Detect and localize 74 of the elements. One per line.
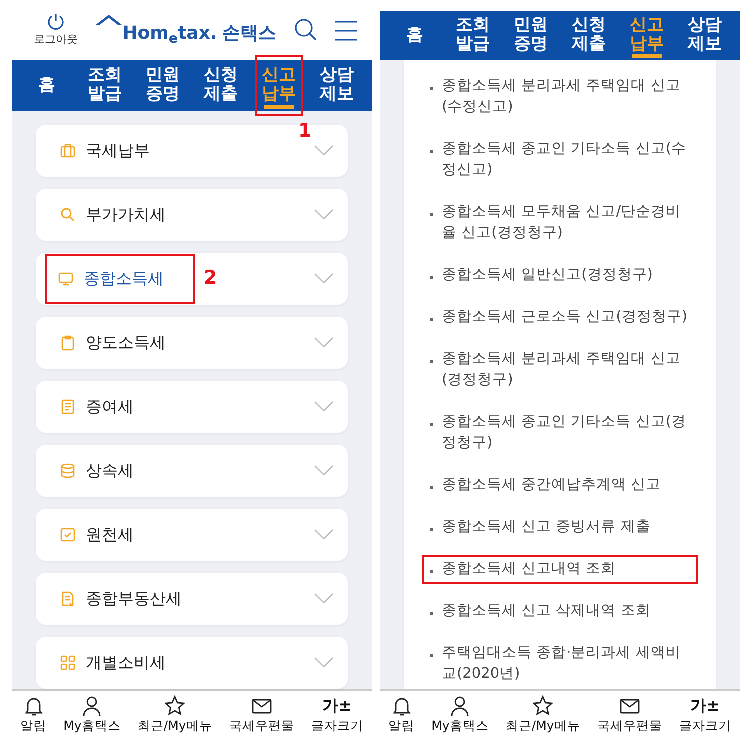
person-icon <box>81 695 104 717</box>
star-icon <box>532 695 554 718</box>
bottom-nav-item[interactable]: 알림 <box>386 695 417 736</box>
nav-tab[interactable]: 홈 <box>396 10 434 60</box>
submenu-link[interactable]: 종합소득세 일반신고(경정청구) <box>422 260 698 290</box>
clipboard-icon <box>60 334 76 351</box>
nav-tab[interactable]: 조회발급 <box>454 10 492 60</box>
bottom-nav-item[interactable]: 가± 글자크기 <box>677 695 734 736</box>
bottom-nav-item[interactable]: 국세우편물 <box>595 695 664 736</box>
nav-tab[interactable]: 상담제보 <box>686 10 724 60</box>
submenu-link[interactable]: 종합소득세 근로소득 신고(경정청구) <box>422 302 698 332</box>
submenu-link[interactable]: 종합소득세 중간예납추계액 신고 <box>422 470 698 500</box>
submenu-link[interactable]: 종합소득세 신고 증빙서류 제출 <box>422 512 698 542</box>
chevron-down-icon <box>314 528 334 541</box>
nav-tab[interactable]: 홈 <box>28 60 66 111</box>
nav-tab[interactable]: 신고납부 <box>628 10 666 60</box>
document-icon <box>60 398 76 415</box>
bottom-nav-item[interactable]: 최근/My메뉴 <box>136 695 214 736</box>
nav-tab[interactable]: 민원증명 <box>512 10 550 60</box>
power-icon <box>46 12 66 32</box>
submenu-link[interactable]: 종합소득세 모두채움 신고/단순경비율 신고(경정청구) <box>422 198 698 248</box>
submenu-link[interactable]: 종합소득세 분리과세 주택임대 신고(수정신고) <box>422 72 698 122</box>
database-icon <box>60 462 76 479</box>
accordion-item[interactable]: 원천세 <box>36 508 348 561</box>
person-icon <box>449 695 472 718</box>
active-tab-indicator <box>264 104 294 109</box>
annotation-number: 1 <box>298 122 312 141</box>
annotation-box: 종합소득세 <box>50 258 190 299</box>
chevron-down-icon <box>314 464 334 477</box>
chevron-down-icon <box>314 272 334 285</box>
accordion-item[interactable]: 종합부동산세 <box>36 572 348 625</box>
nav-tab[interactable]: 조회발급 <box>86 60 124 111</box>
nav-tab[interactable]: 신청제출 <box>570 10 608 60</box>
bag-icon <box>60 142 76 159</box>
chevron-down-icon <box>314 400 334 413</box>
submenu-link[interactable]: 종합소득세 신고 삭제내역 조회 <box>422 596 698 626</box>
chevron-down-icon <box>314 144 334 157</box>
submenu-link[interactable]: 종합소득세 분리과세 주택임대 신고(경정청구) <box>422 344 698 395</box>
nav-tab[interactable]: 민원증명 <box>144 60 182 111</box>
star-icon <box>164 695 186 717</box>
accordion-item[interactable]: 부가가치세 <box>36 188 348 241</box>
house-roof-icon <box>96 14 122 26</box>
annotation-number: 2 <box>204 269 218 288</box>
accordion-item[interactable]: 상속세 <box>36 444 348 497</box>
bottom-nav-item[interactable]: My홈택스 <box>430 695 491 736</box>
accordion-item[interactable]: 개별소비세 <box>36 636 348 689</box>
chevron-down-icon <box>314 656 334 669</box>
search-icon <box>60 206 76 223</box>
document-icon <box>60 590 76 607</box>
submenu-link[interactable]: 주택임대소득 종합·분리과세 세액비교(2020년) <box>422 638 698 689</box>
chevron-down-icon <box>314 592 334 605</box>
submenu-link[interactable]: 종합소득세 종교인 기타소득 신고(수정신고) <box>422 134 698 185</box>
chevron-down-icon <box>314 336 334 349</box>
logout-button[interactable]: 로그아웃 <box>34 12 78 48</box>
active-tab-indicator <box>632 54 662 58</box>
bottom-nav-item[interactable]: 가± 글자크기 <box>309 695 366 736</box>
checkbox-icon <box>60 526 76 543</box>
accordion-item[interactable]: 양도소득세 <box>36 316 348 369</box>
monitor-icon <box>58 270 74 287</box>
logo-text: Hom$_{e}$tax. <box>122 22 218 48</box>
bottom-nav-item[interactable]: 국세우편물 <box>227 695 296 736</box>
search-button[interactable] <box>294 18 318 42</box>
logo-subtitle: 손택스 <box>222 22 276 46</box>
bottom-nav-item[interactable]: My홈택스 <box>62 695 123 736</box>
nav-tab[interactable]: 상담제보 <box>318 60 356 111</box>
bottom-nav-item[interactable]: 알림 <box>18 695 49 736</box>
grid-icon <box>60 654 76 671</box>
nav-tab[interactable]: 신청제출 <box>202 60 240 111</box>
chevron-down-icon <box>314 208 334 221</box>
accordion-item[interactable]: 종합소득세 2 <box>36 252 348 305</box>
submenu-link[interactable]: 종합소득세 신고내역 조회 <box>422 554 698 584</box>
bottom-nav-item[interactable]: 최근/My메뉴 <box>504 695 582 736</box>
accordion-item[interactable]: 증여세 <box>36 380 348 433</box>
submenu-link[interactable]: 종합소득세 종교인 기타소득 신고(경정청구) <box>422 408 698 458</box>
